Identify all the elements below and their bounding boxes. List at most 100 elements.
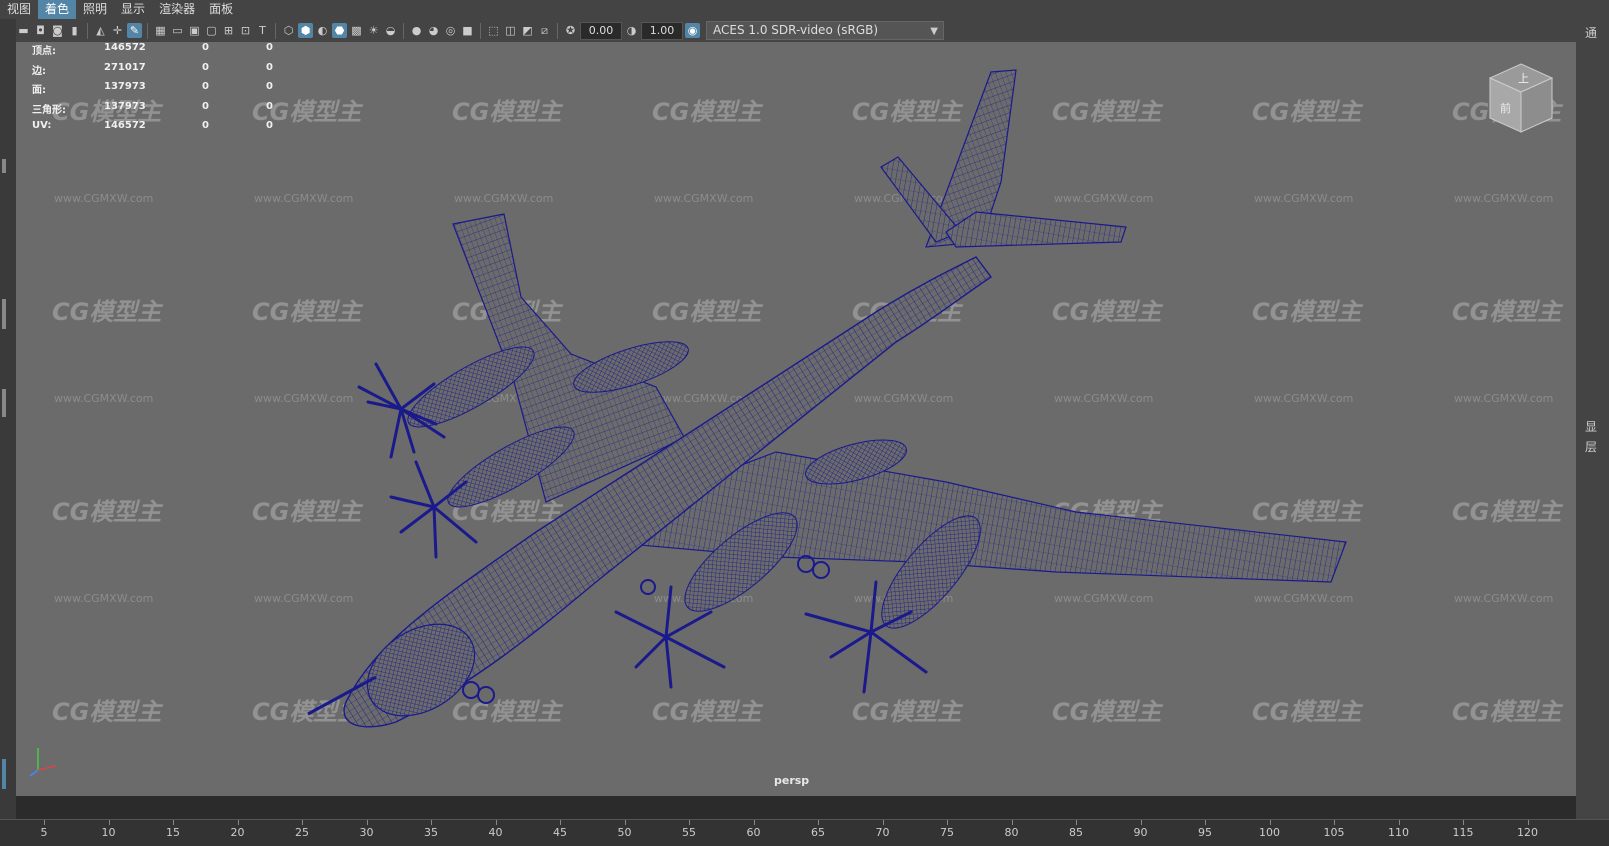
timeline-tick [1463,820,1464,825]
timeline-tick [947,820,948,825]
hud-total-value: 137973 [104,81,146,92]
film-gate-icon[interactable]: ▭ [170,23,185,38]
smooth-shade-icon[interactable]: ⬢ [298,23,313,38]
timeline-tick [753,820,755,825]
backface-culling-icon[interactable]: ⧄ [537,23,552,38]
hud-triangles-value: 0 [266,81,273,92]
display-tab[interactable]: 显 [1585,418,1597,435]
timeline-tick [818,820,819,825]
timeline-tick-label: 10 [101,826,116,839]
right-stabilizer [945,211,1127,248]
timeline-tick-label: 90 [1133,826,1148,839]
shadows-icon[interactable]: ◒ [383,23,398,38]
3d-viewport[interactable]: CG模型主 www.CGMXW.com CG模型主 www.CGMXW.com CG模型… [16,42,1576,796]
textured-icon[interactable]: ▩ [349,23,364,38]
move-pivot-icon[interactable]: ✛ [110,23,125,38]
timeline-tick [108,820,110,825]
timeline-tick-label: 40 [488,826,503,839]
menu-item[interactable]: 渲染器 [152,0,202,19]
channel-box-tab[interactable]: 通 [1585,24,1597,41]
grid-icon[interactable]: ▦ [153,23,168,38]
menu-item[interactable]: 面板 [202,0,240,19]
resolution-gate-icon[interactable]: ▣ [187,23,202,38]
menu-item[interactable]: 着色 [38,0,77,19]
ambient-occlusion-icon[interactable]: ● [409,23,424,38]
timeline-tick-label: 120 [1517,826,1538,839]
landing-gear [812,561,830,579]
timeline-tick-label: 20 [230,826,245,839]
xray-joints-icon[interactable]: ◩ [520,23,535,38]
gate-mask-icon[interactable]: ▢ [204,23,219,38]
menu-item[interactable]: 显示 [114,0,152,19]
motion-blur-icon[interactable]: ◕ [426,23,441,38]
timeline-tick [495,820,497,825]
timeline-tick [1076,820,1077,825]
panel-menubar: 视图 着色 照明 显示 渲染器 面板 [0,0,1609,19]
anti-aliasing-icon[interactable]: ◎ [443,23,458,38]
gamma-icon[interactable]: ◑ [624,23,639,38]
timeline-tick [44,820,45,825]
safe-action-icon[interactable]: ⊡ [238,23,253,38]
layer-tab[interactable]: 层 [1585,438,1597,455]
hud-label: 面: [32,85,46,96]
isolate-select-icon[interactable]: ⬚ [486,23,501,38]
timeline-tick-label: 55 [682,826,696,839]
xray-icon[interactable]: ◫ [503,23,518,38]
exposure-field[interactable]: 0.00 [580,21,622,40]
timeline-tick-label: 25 [295,826,309,839]
toolbar-divider [480,22,481,39]
hud-triangles-value: 0 [266,100,273,112]
hud-label: 边: [32,65,46,77]
menu-item[interactable]: 视图 [0,0,38,19]
hud-selected-value: 0 [202,61,209,73]
view-cube[interactable]: 上 前 [1486,62,1556,134]
strip-handle[interactable] [2,759,6,789]
left-tool-strip [0,19,16,819]
strip-handle[interactable] [2,159,6,173]
timeline-tick [366,820,368,825]
depth-of-field-icon[interactable]: ■ [460,23,475,38]
field-chart-icon[interactable]: ⊞ [221,23,236,38]
strip-handle[interactable] [2,389,6,417]
timeline-tick [1205,820,1206,825]
gamma-field[interactable]: 1.00 [641,21,683,40]
bookmark-icon[interactable]: ▮ [67,23,82,38]
camera-icon[interactable]: ▬ [16,23,31,38]
hud-label: 三角形: [32,104,66,116]
timeline-tick [624,820,626,825]
timeline-tick [689,820,690,825]
landing-gear [477,686,495,704]
exposure-icon[interactable]: ✪ [563,23,578,38]
timeline-tick-label: 95 [1198,826,1212,839]
viewcube-front-label: 前 [1500,101,1511,115]
grease-pencil-icon[interactable]: ✎ [127,23,142,38]
hud-total-value: 146572 [104,42,146,53]
color-management-icon[interactable]: ◉ [685,23,700,38]
hud-selected-value: 0 [202,100,209,112]
menu-item[interactable]: 照明 [76,0,114,19]
toolbar-divider [557,22,558,39]
image-plane-icon[interactable]: ◭ [93,23,108,38]
strip-handle[interactable] [2,299,6,329]
panel-toolbar: ▬ ◘ ◙ ▮ ◭ ✛ ✎ ▦ ▭ ▣ ▢ ⊞ ⊡ T ⬡ ⬢ ◐ ⬣ ▩ ☀ … [16,19,1576,42]
lights-icon[interactable]: ☀ [366,23,381,38]
viewcube-top-label: 上 [1518,72,1529,85]
toolbar-divider [403,22,404,39]
timeline-tick [1269,820,1271,825]
wireframe-icon[interactable]: ⬡ [281,23,296,38]
camera-attributes-icon[interactable]: ◙ [50,23,65,38]
timeline-tick [882,820,884,825]
landing-gear [462,681,480,699]
default-material-icon[interactable]: ◐ [315,23,330,38]
timeline-tick-label: 50 [617,826,632,839]
camera-lock-icon[interactable]: ◘ [33,23,48,38]
toolbar-divider [147,22,148,39]
timeline-tick-label: 115 [1452,826,1474,839]
timeline-tick-label: 70 [875,826,890,839]
safe-title-icon[interactable]: T [255,23,270,38]
wireframe-on-shaded-icon[interactable]: ⬣ [332,23,347,38]
axis-gizmo [29,748,57,777]
time-slider[interactable]: 5 10 15 20 25 30 35 40 45 50 55 60 65 70 75 80 85 90 95 100… [0,819,1609,846]
color-space-dropdown[interactable]: ACES 1.0 SDR-video (sRGB) ▼ [706,21,944,40]
aircraft-wireframe [307,69,1347,728]
